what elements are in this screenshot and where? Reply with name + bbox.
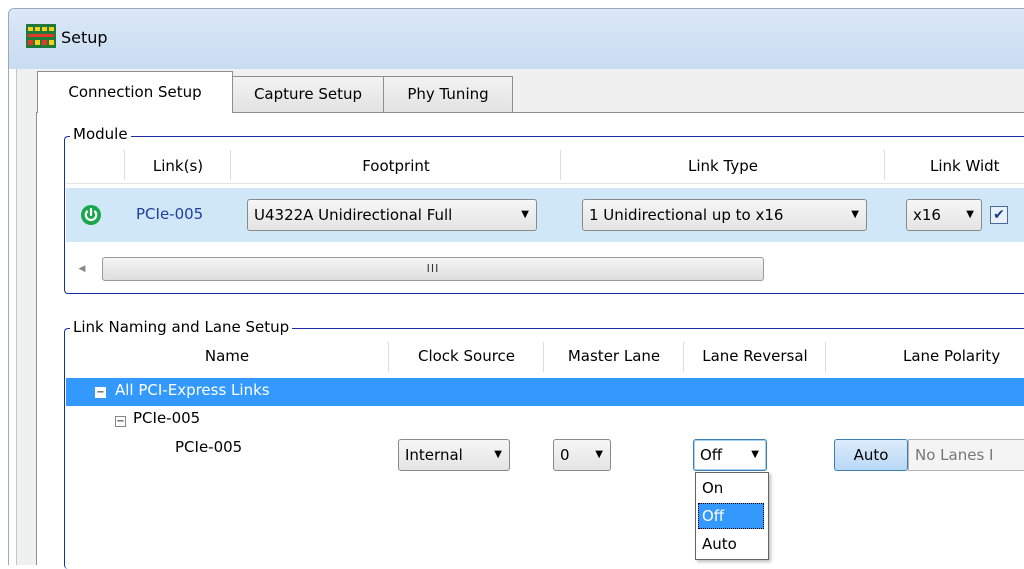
- column-divider: [124, 150, 125, 180]
- polarity-auto-button[interactable]: Auto: [834, 439, 908, 471]
- scrollbar-thumb[interactable]: III: [102, 257, 764, 281]
- column-divider: [230, 150, 231, 180]
- column-header-clock-source[interactable]: Clock Source: [390, 347, 543, 365]
- window-title: Setup: [61, 28, 108, 47]
- clock-source-dropdown[interactable]: Internal ▼: [398, 439, 510, 471]
- clock-source-value: Internal: [405, 446, 463, 464]
- column-divider: [825, 342, 826, 372]
- column-divider: [543, 342, 544, 372]
- lane-reversal-dropdown[interactable]: Off ▼: [693, 439, 767, 471]
- chevron-down-icon: ▼: [521, 209, 529, 220]
- tree-item-link-group[interactable]: PCIe-005: [133, 409, 200, 427]
- column-header-lane-reversal[interactable]: Lane Reversal: [685, 347, 825, 365]
- scroll-left-arrow-icon[interactable]: ◀: [72, 258, 92, 280]
- column-header-links[interactable]: Link(s): [126, 157, 230, 175]
- column-divider: [884, 150, 885, 180]
- column-header-master-lane[interactable]: Master Lane: [545, 347, 683, 365]
- option-off[interactable]: Off: [698, 503, 764, 529]
- column-divider: [388, 342, 389, 372]
- tab-phy-tuning[interactable]: Phy Tuning: [383, 76, 513, 112]
- column-header-link-width[interactable]: Link Widt: [886, 157, 1024, 175]
- option-on[interactable]: On: [698, 475, 764, 501]
- chevron-down-icon: ▼: [966, 209, 974, 220]
- link-width-checkbox[interactable]: ✔: [990, 206, 1008, 224]
- column-divider: [683, 342, 684, 372]
- column-header-footprint[interactable]: Footprint: [232, 157, 560, 175]
- column-header-name[interactable]: Name: [66, 347, 388, 365]
- module-row[interactable]: [66, 188, 1024, 242]
- tree-item-all-links[interactable]: All PCI-Express Links: [115, 381, 270, 399]
- title-bar[interactable]: [9, 9, 1024, 69]
- app-logo-icon: [26, 24, 56, 48]
- link-width-dropdown[interactable]: x16 ▼: [906, 199, 982, 231]
- link-width-value: x16: [913, 206, 941, 224]
- tab-capture-setup[interactable]: Capture Setup: [232, 76, 384, 112]
- tree-item-link[interactable]: PCIe-005: [175, 438, 242, 456]
- tab-connection-setup[interactable]: Connection Setup: [37, 71, 233, 113]
- master-lane-value: 0: [560, 446, 570, 464]
- chevron-down-icon: ▼: [595, 449, 603, 460]
- module-link-name[interactable]: PCIe-005: [136, 205, 203, 223]
- master-lane-dropdown[interactable]: 0 ▼: [553, 439, 611, 471]
- power-on-icon[interactable]: [80, 204, 102, 226]
- option-auto[interactable]: Auto: [698, 531, 764, 557]
- column-header-lane-polarity[interactable]: Lane Polarity: [827, 347, 1024, 365]
- chevron-down-icon: ▼: [494, 449, 502, 460]
- column-header-link-type[interactable]: Link Type: [562, 157, 884, 175]
- link-type-dropdown[interactable]: 1 Unidirectional up to x16 ▼: [582, 199, 867, 231]
- footprint-dropdown[interactable]: U4322A Unidirectional Full ▼: [247, 199, 537, 231]
- collapse-icon[interactable]: −: [115, 416, 126, 427]
- link-naming-legend: Link Naming and Lane Setup: [70, 318, 293, 336]
- footprint-value: U4322A Unidirectional Full: [254, 206, 453, 224]
- column-divider: [560, 150, 561, 180]
- module-legend: Module: [70, 125, 131, 143]
- lane-reversal-options-list: On Off Auto: [695, 472, 769, 560]
- chevron-down-icon: ▼: [851, 209, 859, 220]
- polarity-lanes-button[interactable]: No Lanes I: [908, 439, 1024, 471]
- chevron-down-icon: ▼: [751, 449, 759, 460]
- link-type-value: 1 Unidirectional up to x16: [589, 206, 784, 224]
- collapse-icon[interactable]: −: [95, 387, 106, 398]
- lane-reversal-value: Off: [700, 446, 723, 464]
